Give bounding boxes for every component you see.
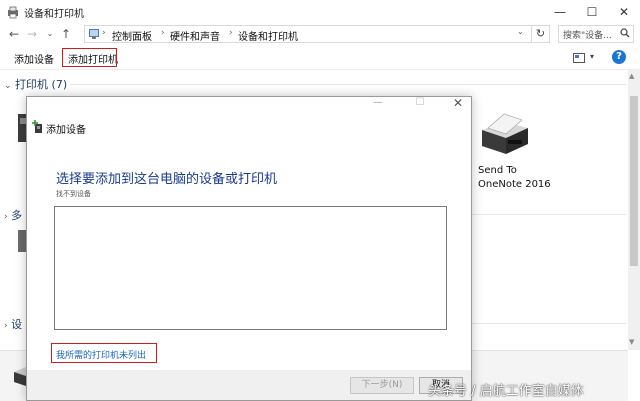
watermark-text: 头条号 / 启航工作室自媒体 [428,384,584,399]
next-button[interactable]: 下一步(N) [350,377,414,394]
up-arrow-icon[interactable]: ↑ [58,24,74,44]
onenote-printer-icon[interactable] [474,108,534,158]
recent-chevron-icon[interactable]: ⌄ [42,24,58,44]
printer-icon[interactable] [6,108,26,148]
breadcrumb-control-panel[interactable]: 控制面板 [112,28,152,43]
minimize-button[interactable]: — [544,0,576,24]
window-title: 设备和打印机 [24,9,84,20]
breadcrumb-hardware-sound[interactable]: 硬件和声音 [170,28,220,43]
search-icon [620,28,630,38]
view-options-icon[interactable] [573,53,585,63]
device-label: Send To OneNote 2016 [478,164,551,192]
control-panel-icon [89,29,99,39]
back-arrow-icon[interactable]: ← [6,24,22,44]
dialog-maximize-button: ☐ [415,97,425,108]
dialog-status-text: 找不到设备 [56,190,91,198]
multimedia-section-header[interactable]: › 多 [4,207,22,223]
scrollbar-thumb[interactable] [630,96,638,266]
view-dropdown-icon[interactable]: ▾ [590,52,594,61]
dialog-minimize-button[interactable]: — [368,97,388,113]
dialog-heading: 选择要添加到这台电脑的设备或打印机 [56,172,278,187]
multimedia-section-label: 多 [11,209,23,222]
help-icon[interactable]: ? [612,50,626,64]
section-divider [472,323,626,324]
printer-folder-icon [8,6,18,19]
section-divider [472,214,626,215]
section-divider [70,84,626,85]
printers-section-header[interactable]: ⌄ 打印机 (7) [4,76,67,92]
add-device-button[interactable]: 添加设备 [14,51,54,66]
breadcrumb-separator: › [229,28,233,38]
maximize-button[interactable]: ☐ [576,0,608,24]
device-label-line: OneNote 2016 [478,179,551,190]
address-dropdown-icon[interactable]: ⌄ [517,27,524,36]
chevron-right-icon: › [4,321,8,331]
printers-section-label: 打印机 (7) [15,78,68,91]
device-list[interactable] [54,206,447,330]
breadcrumb-devices-printers[interactable]: 设备和打印机 [238,28,298,43]
chevron-right-icon: › [4,212,8,222]
close-button[interactable]: ✕ [608,0,640,24]
dialog-close-button[interactable]: ✕ [448,96,468,112]
scroll-up-icon[interactable]: ▲ [629,72,634,80]
forward-arrow-icon[interactable]: → [24,24,40,44]
devices-section-header[interactable]: › 设 [4,316,22,332]
device-icon[interactable] [8,226,26,256]
add-printer-highlight [62,48,117,67]
add-device-icon [32,120,42,133]
dialog-title: 添加设备 [46,125,86,136]
chevron-down-icon: ⌄ [4,81,12,91]
scroll-down-icon[interactable]: ▼ [629,338,634,346]
printer-not-listed-highlight [51,343,157,363]
devices-section-label: 设 [11,318,23,331]
refresh-icon[interactable]: ↻ [532,25,550,43]
breadcrumb-separator: › [102,28,106,38]
breadcrumb-separator: › [161,28,165,38]
device-label-line: Send To [478,165,517,176]
